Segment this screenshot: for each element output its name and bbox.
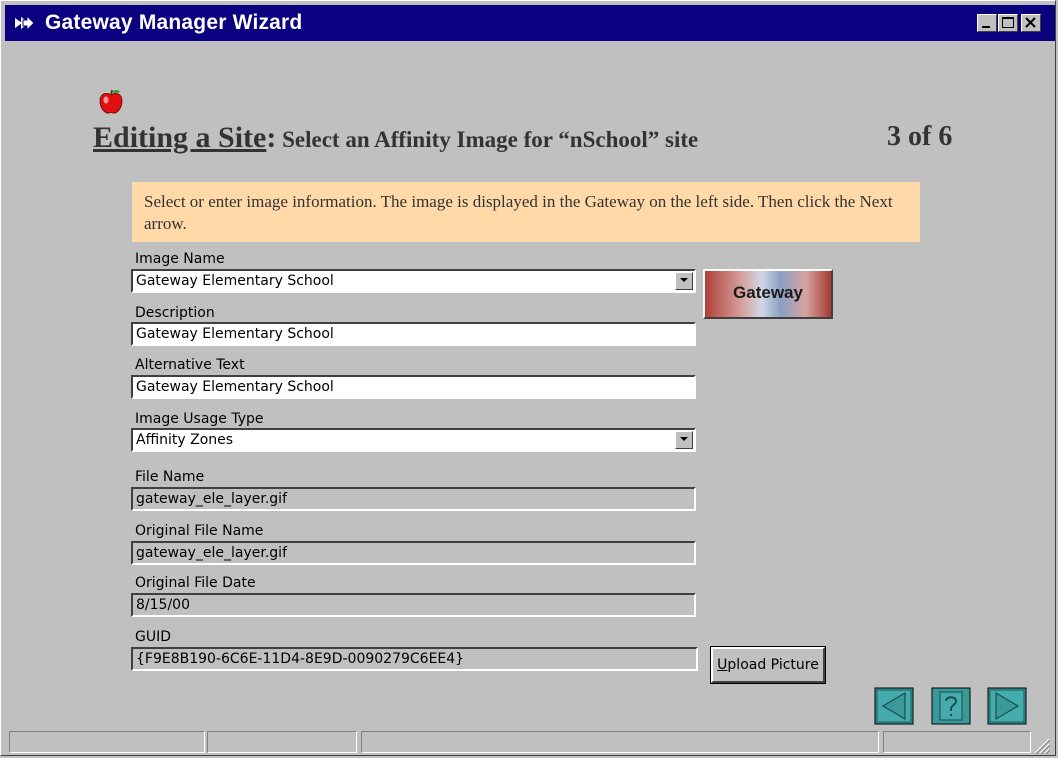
guid-label: GUID (135, 629, 172, 645)
status-pane (9, 731, 205, 753)
orig-file-date-label: Original File Date (135, 575, 256, 591)
orig-file-date-field: 8/15/00 (131, 593, 696, 617)
description-value: Gateway Elementary School (136, 326, 334, 342)
orig-file-name-field: gateway_ele_layer.gif (131, 541, 696, 565)
maximize-button[interactable] (998, 14, 1018, 32)
upload-label: pload Picture (727, 657, 819, 673)
upload-mnemonic: U (717, 657, 728, 673)
minimize-button[interactable] (977, 14, 997, 32)
heading-subtitle: Select an Affinity Image for “nSchool” s… (276, 127, 699, 152)
app-icon (15, 14, 35, 32)
dropdown-button[interactable] (675, 431, 693, 449)
alt-text-input[interactable]: Gateway Elementary School (131, 375, 696, 399)
status-pane (883, 731, 1031, 753)
page-heading: Editing a Site: Select an Affinity Image… (93, 121, 952, 155)
upload-picture-button[interactable]: Upload Picture (710, 646, 826, 684)
status-bar (5, 731, 1051, 753)
orig-file-name-value: gateway_ele_layer.gif (136, 545, 287, 561)
chevron-down-icon (680, 437, 688, 441)
resize-grip-icon[interactable] (1031, 735, 1051, 755)
orig-file-name-label: Original File Name (135, 523, 264, 539)
image-name-label: Image Name (135, 251, 225, 267)
help-button[interactable] (931, 687, 971, 725)
image-name-select[interactable]: Gateway Elementary School (131, 269, 696, 293)
description-input[interactable]: Gateway Elementary School (131, 322, 696, 346)
guid-field: {F9E8B190-6C6E-11D4-8E9D-0090279C6EE4} (131, 647, 698, 671)
close-button[interactable] (1021, 14, 1041, 32)
guid-value: {F9E8B190-6C6E-11D4-8E9D-0090279C6EE4} (136, 651, 465, 667)
step-indicator: 3 of 6 (887, 121, 953, 152)
image-preview: Gateway (703, 269, 833, 319)
minimize-icon (982, 26, 990, 28)
status-pane (207, 731, 357, 753)
image-name-value: Gateway Elementary School (136, 273, 334, 289)
chevron-down-icon (680, 278, 688, 282)
heading-main: Editing a Site (93, 121, 267, 154)
next-button[interactable] (987, 687, 1027, 725)
wizard-window: Gateway Manager Wizard Editing a Site: S… (0, 0, 1056, 756)
back-button[interactable] (874, 687, 914, 725)
apple-icon (99, 89, 123, 114)
window-title: Gateway Manager Wizard (45, 11, 303, 34)
usage-type-value: Affinity Zones (136, 432, 234, 448)
instruction-box: Select or enter image information. The i… (132, 182, 920, 242)
orig-file-date-value: 8/15/00 (136, 597, 190, 613)
file-name-field: gateway_ele_layer.gif (131, 487, 696, 511)
file-name-label: File Name (135, 469, 205, 485)
heading-colon: : (266, 121, 277, 154)
usage-type-label: Image Usage Type (135, 411, 264, 427)
file-name-value: gateway_ele_layer.gif (136, 491, 287, 507)
maximize-icon (1002, 17, 1014, 28)
close-icon (1025, 17, 1036, 28)
alt-text-value: Gateway Elementary School (136, 379, 334, 395)
title-bar[interactable]: Gateway Manager Wizard (5, 5, 1055, 41)
usage-type-select[interactable]: Affinity Zones (131, 428, 696, 452)
description-label: Description (135, 305, 215, 321)
status-pane (361, 731, 879, 753)
alt-text-label: Alternative Text (135, 357, 245, 373)
preview-text: Gateway (733, 283, 803, 302)
dropdown-button[interactable] (675, 272, 693, 290)
